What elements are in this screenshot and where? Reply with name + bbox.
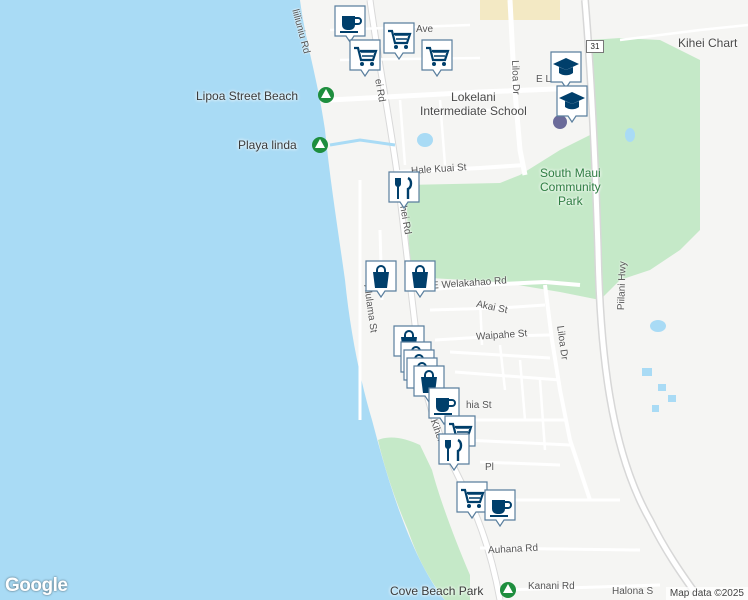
south-maui-line2: Community — [540, 180, 601, 194]
shopping-bag-icon — [404, 260, 436, 299]
south-maui-line1: South Maui — [540, 166, 601, 180]
label-south-maui-park[interactable]: South Maui Community Park — [540, 166, 601, 208]
park-pin-playa — [312, 137, 328, 153]
map-attribution[interactable]: Map data ©2025 — [665, 587, 748, 600]
road-label-hia: hia St — [466, 400, 492, 411]
label-cove-beach[interactable]: Cove Beach Park — [390, 584, 483, 598]
route-shield-31: 31 — [586, 40, 604, 53]
label-lokelani-school[interactable]: Lokelani Intermediate School — [420, 90, 527, 118]
road-label-lipoa-ave: Ave — [416, 24, 434, 35]
label-playa-linda[interactable]: Playa linda — [238, 138, 297, 152]
south-maui-line3: Park — [558, 194, 583, 208]
map-marker[interactable] — [437, 432, 471, 472]
road-label-piilani: Piilani Hwy — [616, 261, 629, 311]
shopping-bag-icon — [365, 260, 397, 299]
park-pin-lipoa — [318, 87, 334, 103]
map-marker[interactable] — [382, 21, 416, 61]
cart-icon — [421, 39, 453, 78]
road-label-kanani: Kanani Rd — [528, 581, 575, 592]
map-view[interactable]: liiliuniu Rd Ave ei Rd E L Liloa Dr Hale… — [0, 0, 748, 600]
map-marker[interactable] — [420, 38, 454, 78]
school-icon — [556, 85, 588, 124]
map-marker[interactable] — [403, 259, 437, 299]
lokelani-line1: Lokelani — [451, 90, 496, 104]
label-kihei-charter[interactable]: Kihei Chart — [678, 36, 737, 50]
map-marker[interactable] — [364, 259, 398, 299]
map-marker[interactable] — [387, 170, 421, 210]
road-label-pl: Pl — [485, 462, 494, 473]
label-lipoa-beach[interactable]: Lipoa Street Beach — [196, 89, 298, 103]
google-logo[interactable]: Google — [5, 575, 68, 597]
lokelani-line2: Intermediate School — [420, 104, 527, 118]
map-marker[interactable] — [555, 84, 589, 124]
cart-icon — [383, 22, 415, 61]
restaurant-icon — [438, 433, 470, 472]
coffee-icon — [484, 489, 516, 528]
cart-icon — [349, 39, 381, 78]
map-marker[interactable] — [348, 38, 382, 78]
restaurant-icon — [388, 171, 420, 210]
map-marker[interactable] — [483, 488, 517, 528]
park-pin-cove — [500, 582, 516, 598]
road-label-halona: Halona S — [612, 586, 654, 597]
